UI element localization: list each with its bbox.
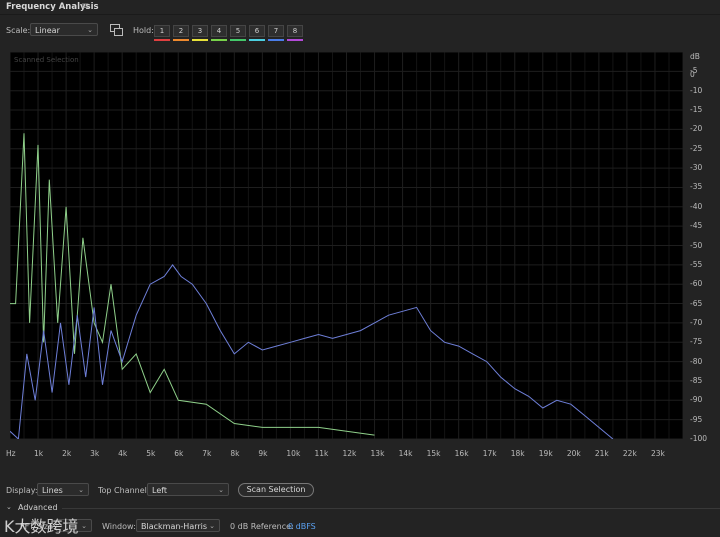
hold-button-8[interactable]: 8 bbox=[287, 25, 303, 37]
display-dropdown[interactable]: Lines ⌄ bbox=[37, 483, 89, 496]
x-tick-label: 7k bbox=[202, 449, 212, 458]
spectrum-graph[interactable]: Scanned Selection bbox=[9, 51, 698, 441]
hold-color-swatch-8 bbox=[287, 39, 303, 41]
top-channel-value: Left bbox=[152, 486, 168, 495]
right-channel-line bbox=[9, 264, 614, 441]
x-tick-label: 20k bbox=[566, 449, 581, 458]
y-tick-label: -60 bbox=[690, 279, 703, 289]
zero-db-reference-label: 0 dB Reference: bbox=[230, 522, 294, 531]
x-tick-label: 14k bbox=[398, 449, 413, 458]
advanced-toggle[interactable]: Advanced bbox=[18, 503, 58, 512]
y-tick-label: -85 bbox=[690, 375, 703, 385]
y-tick-label: -100 bbox=[690, 434, 708, 443]
scanned-selection-label: Scanned Selection bbox=[14, 56, 79, 64]
hold-button-3[interactable]: 3 bbox=[192, 25, 208, 37]
hold-color-swatch-4 bbox=[211, 39, 227, 41]
title-divider bbox=[0, 14, 720, 15]
x-tick-label: 10k bbox=[286, 449, 301, 458]
x-tick-label: 9k bbox=[258, 449, 268, 458]
chevron-down-icon: ⌄ bbox=[81, 522, 87, 530]
y-tick-label: -75 bbox=[690, 337, 703, 347]
x-tick-label: 22k bbox=[622, 449, 637, 458]
top-channel-dropdown[interactable]: Left ⌄ bbox=[147, 483, 229, 496]
chevron-down-icon: ⌄ bbox=[218, 486, 224, 494]
x-tick-label: 13k bbox=[370, 449, 385, 458]
scan-selection-button[interactable]: Scan Selection bbox=[238, 483, 314, 497]
watermark: K大数跨境 bbox=[4, 517, 79, 536]
x-tick-label: 12k bbox=[342, 449, 357, 458]
x-tick-label: 6k bbox=[174, 449, 184, 458]
hold-color-swatch-1 bbox=[154, 39, 170, 41]
y-tick-label: -95 bbox=[690, 414, 703, 424]
x-tick-label: 21k bbox=[594, 449, 609, 458]
x-tick-label: Hz bbox=[6, 449, 16, 458]
x-tick-label: 18k bbox=[510, 449, 525, 458]
display-value: Lines bbox=[42, 486, 63, 495]
chevron-down-icon[interactable]: ⌄ bbox=[6, 503, 12, 511]
hold-button-1[interactable]: 1 bbox=[154, 25, 170, 37]
x-tick-label: 3k bbox=[90, 449, 100, 458]
y-tick-label: -40 bbox=[690, 201, 703, 211]
y-axis-unit: dB bbox=[690, 52, 700, 61]
display-mode-icon[interactable] bbox=[110, 24, 124, 37]
hold-color-swatch-6 bbox=[249, 39, 265, 41]
y-tick-label: -45 bbox=[690, 221, 703, 231]
x-tick-label: 2k bbox=[62, 449, 72, 458]
y-tick-label: -35 bbox=[690, 182, 703, 192]
window-value: Blackman-Harris bbox=[141, 522, 208, 531]
y-tick-label: -10 bbox=[690, 85, 703, 95]
window-label: Window: bbox=[102, 522, 136, 531]
hold-color-swatch-5 bbox=[230, 39, 246, 41]
y-tick-label: -20 bbox=[690, 124, 703, 134]
hold-color-swatch-3 bbox=[192, 39, 208, 41]
hold-button-2[interactable]: 2 bbox=[173, 25, 189, 37]
x-tick-label: 16k bbox=[454, 449, 469, 458]
hold-color-swatch-2 bbox=[173, 39, 189, 41]
hold-button-4[interactable]: 4 bbox=[211, 25, 227, 37]
hold-button-6[interactable]: 6 bbox=[249, 25, 265, 37]
chevron-down-icon: ⌄ bbox=[87, 26, 93, 34]
hold-label: Hold: bbox=[133, 26, 154, 35]
scale-dropdown[interactable]: Linear ⌄ bbox=[30, 23, 98, 36]
spectrum-plot bbox=[9, 51, 698, 441]
scale-value: Linear bbox=[35, 26, 60, 35]
advanced-divider bbox=[62, 508, 720, 509]
x-tick-label: 8k bbox=[230, 449, 240, 458]
chevron-down-icon: ⌄ bbox=[209, 522, 215, 530]
x-tick-label: 1k bbox=[34, 449, 44, 458]
hold-button-5[interactable]: 5 bbox=[230, 25, 246, 37]
y-tick-label: -50 bbox=[690, 240, 703, 250]
y-tick-label: -70 bbox=[690, 317, 703, 327]
hold-color-swatch-7 bbox=[268, 39, 284, 41]
x-tick-label: 4k bbox=[118, 449, 128, 458]
y-tick-label: -90 bbox=[690, 395, 703, 405]
chevron-down-icon: ⌄ bbox=[78, 486, 84, 494]
scale-label: Scale: bbox=[6, 26, 31, 35]
x-tick-label: 17k bbox=[482, 449, 497, 458]
top-channel-label: Top Channel: bbox=[98, 486, 150, 495]
x-tick-label: 19k bbox=[538, 449, 553, 458]
hamburger-icon[interactable]: ≡ bbox=[81, 1, 89, 12]
y-tick-label: -5 bbox=[690, 66, 698, 76]
window-dropdown[interactable]: Blackman-Harris ⌄ bbox=[136, 519, 220, 532]
display-label: Display: bbox=[6, 486, 38, 495]
y-tick-label: -30 bbox=[690, 163, 703, 173]
x-tick-label: 23k bbox=[650, 449, 665, 458]
y-tick-label: -15 bbox=[690, 105, 703, 115]
hold-button-7[interactable]: 7 bbox=[268, 25, 284, 37]
y-tick-label: -80 bbox=[690, 356, 703, 366]
y-tick-label: -65 bbox=[690, 298, 703, 308]
y-tick-label: -25 bbox=[690, 143, 703, 153]
x-tick-label: 11k bbox=[314, 449, 329, 458]
x-tick-label: 15k bbox=[426, 449, 441, 458]
y-tick-label: -55 bbox=[690, 259, 703, 269]
x-tick-label: 5k bbox=[146, 449, 156, 458]
zero-db-reference-value[interactable]: 0 dBFS bbox=[288, 522, 316, 531]
